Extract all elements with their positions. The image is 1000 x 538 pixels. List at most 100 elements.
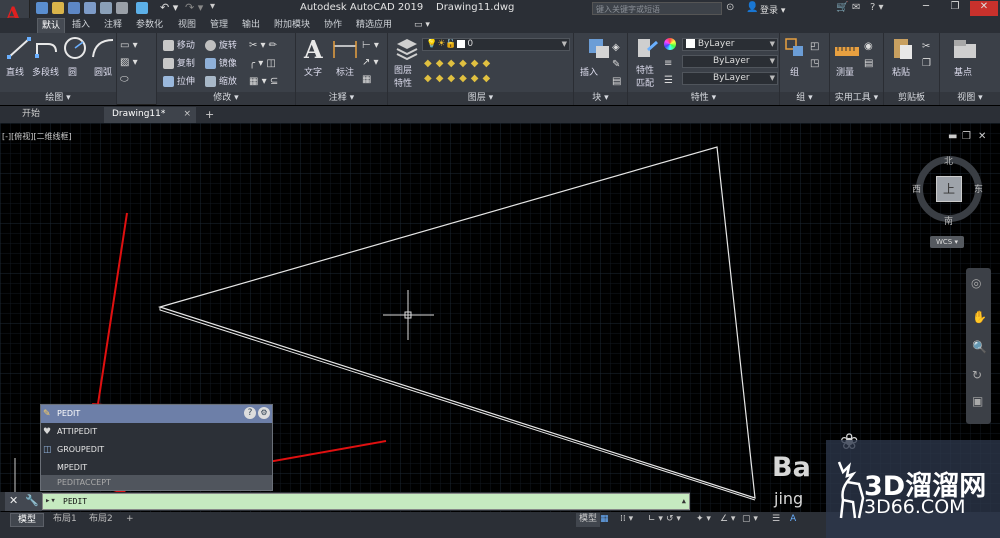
a360-icon[interactable]: ✉	[852, 2, 860, 13]
tab-addins[interactable]: 附加模块	[274, 18, 310, 33]
linear-dim-icon[interactable]: ⊢ ▾	[362, 37, 379, 54]
add-layout-button[interactable]: +	[122, 513, 138, 527]
help-icon[interactable]: ?	[244, 407, 256, 419]
color-dropdown[interactable]: ByLayer ▼	[682, 38, 778, 51]
compass-north[interactable]: 北	[944, 154, 953, 167]
wrench-icon[interactable]: 🔧	[25, 494, 39, 507]
panel-groups-label[interactable]: 组 ▾	[780, 92, 829, 105]
osnap-icon[interactable]: ∠ ▾	[720, 513, 735, 527]
tab-insert[interactable]: 插入	[72, 18, 90, 33]
leader-icon[interactable]: ↗ ▾	[362, 54, 379, 71]
panel-draw-label[interactable]: 绘图 ▾	[0, 92, 116, 105]
compass-west[interactable]: 西	[912, 182, 921, 195]
copy-clip-icon[interactable]: ❐	[922, 55, 931, 72]
tab-featured-apps[interactable]: 精选应用	[356, 18, 392, 33]
tab-view[interactable]: 视图	[178, 18, 196, 33]
layer-dropdown[interactable]: 💡☀🔓 0 ▼	[422, 38, 570, 51]
base-view-button[interactable]: 基点	[954, 65, 972, 78]
user-icon[interactable]: 👤	[746, 2, 758, 13]
open-file-icon[interactable]	[52, 2, 64, 14]
panel-clipboard-label[interactable]: 剪贴板	[884, 92, 939, 105]
tab-output[interactable]: 输出	[242, 18, 260, 33]
command-input[interactable]: ▸▾ PEDIT ▲	[42, 493, 690, 510]
plot-icon[interactable]	[136, 2, 148, 14]
linetype-icon[interactable]: ≡	[664, 55, 673, 72]
stretch-button[interactable]: 拉伸	[163, 74, 195, 87]
color-wheel-icon[interactable]	[664, 38, 676, 50]
lineweight-icon[interactable]: ☰	[772, 513, 780, 527]
autocomplete-item[interactable]: ◫ GROUPEDIT	[41, 441, 272, 459]
group-button[interactable]: 组	[790, 65, 799, 78]
panel-utilities-label[interactable]: 实用工具 ▾	[830, 92, 883, 105]
panel-properties-label[interactable]: 特性 ▾	[628, 92, 779, 105]
rectangle-icon[interactable]: ▭ ▾	[120, 37, 138, 54]
cart-icon[interactable]: 🛒	[836, 2, 848, 13]
autocomplete-item[interactable]: ♥ ATTIPEDIT	[41, 423, 272, 441]
layer-properties-button[interactable]: 图层 特性	[394, 63, 412, 89]
text-button[interactable]: 文字	[304, 65, 322, 78]
group-edit-icon[interactable]: ◳	[810, 55, 819, 72]
autocomplete-item[interactable]: PEDITACCEPT	[41, 475, 272, 490]
edit-block-icon[interactable]: ✎	[612, 56, 621, 73]
close-icon[interactable]: ×	[183, 107, 191, 122]
layer-tools-row-1[interactable]: ◆◆◆◆◆◆	[424, 56, 494, 71]
close-icon[interactable]: ✕	[9, 494, 18, 507]
cut-icon[interactable]: ✂	[922, 38, 931, 55]
settings-icon[interactable]: ⚙	[258, 407, 270, 419]
tab-manage[interactable]: 管理	[210, 18, 228, 33]
redo-icon[interactable]: ↷ ▾	[185, 1, 203, 14]
paste-button[interactable]: 粘贴	[892, 65, 910, 78]
start-tab[interactable]: 开始	[14, 107, 48, 123]
isodraft-icon[interactable]: ✦ ▾	[696, 513, 711, 527]
annotation-scale-icon[interactable]: A	[790, 513, 796, 527]
rotate-button[interactable]: 旋转	[205, 38, 237, 51]
binoculars-icon[interactable]: ⊙	[726, 2, 734, 13]
viewport-close-icon[interactable]: ✕	[978, 131, 986, 142]
calculator-icon[interactable]: ▤	[864, 55, 873, 72]
steering-wheel-icon[interactable]: ◎	[971, 276, 981, 290]
viewport-restore-icon[interactable]: ❐	[962, 131, 971, 142]
command-history-icon[interactable]: ▲	[682, 494, 686, 509]
panel-modify-label[interactable]: 修改 ▾	[157, 92, 295, 105]
grid-icon[interactable]: ▦	[600, 513, 609, 527]
ortho-icon[interactable]: ∟ ▾	[648, 513, 663, 527]
array-icon[interactable]: ▦ ▾ ⊆	[249, 73, 278, 91]
ellipse-icon[interactable]: ⬭	[120, 71, 138, 88]
panel-annotation-label[interactable]: 注释 ▾	[296, 92, 387, 105]
new-file-icon[interactable]	[36, 2, 48, 14]
dimension-button[interactable]: 标注	[336, 65, 354, 78]
viewcube-top-face[interactable]: 上	[936, 176, 962, 202]
mirror-button[interactable]: 镜像	[205, 56, 237, 69]
block-attributes-icon[interactable]: ▤	[612, 73, 621, 90]
orbit-icon[interactable]: ↻	[972, 368, 982, 382]
scale-button[interactable]: 缩放	[205, 74, 237, 87]
lineweight-dropdown[interactable]: ByLayer ▼	[682, 72, 778, 85]
viewport-minimize-icon[interactable]: ▬	[948, 131, 957, 142]
insert-button[interactable]: 插入	[580, 65, 598, 78]
viewport-controls-label[interactable]: [-][俯视][二维线框]	[2, 131, 72, 142]
model-space-button[interactable]: 模型	[576, 513, 601, 527]
polyline-button[interactable]: 多段线	[32, 65, 59, 78]
undo-icon[interactable]: ↶ ▾	[160, 1, 178, 14]
layer-tools-row-2[interactable]: ◆◆◆◆◆◆	[424, 71, 494, 86]
move-button[interactable]: 移动	[163, 38, 195, 51]
trim-icon[interactable]: ✂ ▾ ✏	[249, 37, 278, 55]
sign-in-button[interactable]: 登录 ▾	[760, 3, 785, 16]
minimize-button[interactable]: ─	[912, 1, 940, 16]
object-snap-icon[interactable]: ▢ ▾	[742, 513, 758, 527]
save-icon[interactable]	[68, 2, 80, 14]
line-button[interactable]: 直线	[6, 65, 24, 78]
autocomplete-selected[interactable]: ✎ PEDIT ? ⚙	[41, 405, 272, 423]
save-as-icon[interactable]	[84, 2, 96, 14]
quick-select-icon[interactable]: ◉	[864, 38, 873, 55]
table-icon[interactable]: ▦	[362, 71, 379, 88]
panel-view-label[interactable]: 视图 ▾	[940, 92, 1000, 105]
zoom-icon[interactable]: 🔍	[972, 340, 987, 354]
measure-button[interactable]: 测量	[836, 65, 854, 78]
hatch-icon[interactable]: ▨ ▾	[120, 54, 138, 71]
showmotion-icon[interactable]: ▣	[972, 394, 983, 408]
tab-parametric[interactable]: 参数化	[136, 18, 163, 33]
circle-button[interactable]: 圆	[68, 65, 77, 78]
copy-button[interactable]: 复制	[163, 56, 195, 69]
compass-east[interactable]: 东	[974, 182, 983, 195]
